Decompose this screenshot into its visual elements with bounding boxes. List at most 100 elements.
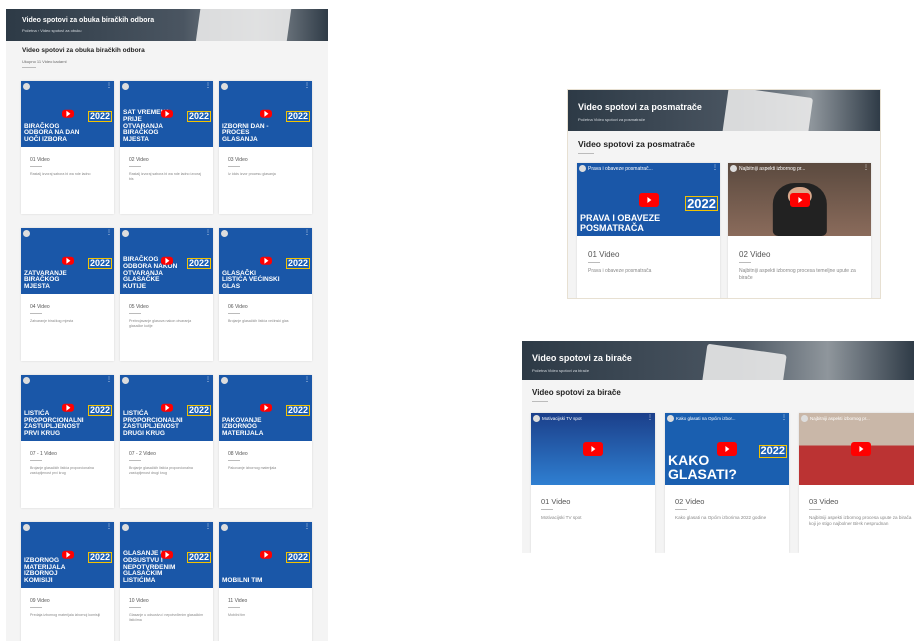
video-card[interactable]: Motivacijski TV spot ⋮ 01 Video Motivacijsk… bbox=[531, 413, 655, 553]
video-card[interactable]: ⋮ MOBILNI TIM 2022 11 Video Mobilni tim bbox=[219, 522, 312, 641]
channel-avatar-icon bbox=[579, 165, 586, 172]
play-button-icon[interactable] bbox=[61, 550, 74, 560]
banner-paper-image bbox=[701, 343, 787, 380]
play-button-icon[interactable] bbox=[160, 256, 173, 266]
channel-title: Motivacijski TV spot bbox=[533, 415, 582, 422]
more-options-icon[interactable]: ⋮ bbox=[205, 376, 211, 383]
video-card[interactable]: ⋮ ZATVARANJE BIRAČKOG MJESTA 2022 04 Video Z… bbox=[21, 228, 114, 361]
video-thumbnail[interactable]: ⋮ IZBORNI DAN - PROCES GLASANJA 2022 bbox=[219, 81, 312, 147]
video-description: Najbitniji aspekti izbornog procesa teme… bbox=[739, 268, 856, 281]
more-options-icon[interactable]: ⋮ bbox=[781, 414, 787, 421]
play-button-icon[interactable] bbox=[259, 256, 272, 266]
play-button-icon[interactable] bbox=[160, 109, 173, 119]
play-button-icon[interactable] bbox=[160, 403, 173, 413]
thumbnail-text: GLASAČKI LISTIĆA VEĆINSKI GLAS bbox=[222, 269, 280, 291]
channel-avatar-icon bbox=[801, 415, 808, 422]
more-options-icon[interactable]: ⋮ bbox=[712, 164, 718, 171]
more-options-icon[interactable]: ⋮ bbox=[304, 376, 310, 383]
video-thumbnail[interactable]: ⋮ LISTIĆA PROPORCIONALNI ZASTUPLJENOST DR… bbox=[120, 375, 213, 441]
thumbnail-text: IZBORNI DAN - PROCES GLASANJA bbox=[222, 122, 269, 144]
video-card[interactable]: ⋮ GLASANJE U ODSUSTVU I NEPOTVRĐENIM GLAS… bbox=[120, 522, 213, 641]
video-thumbnail[interactable]: Kako glasati na Općim izbor... ⋮ KAKO GLAS… bbox=[665, 413, 789, 485]
video-number: 02 Video bbox=[675, 497, 705, 506]
more-options-icon[interactable]: ⋮ bbox=[205, 229, 211, 236]
more-options-icon[interactable]: ⋮ bbox=[106, 229, 112, 236]
video-number-divider bbox=[675, 508, 687, 510]
more-options-icon[interactable]: ⋮ bbox=[647, 414, 653, 421]
video-thumbnail[interactable]: Najbitniji aspekti izbornog pr...⋮ bbox=[728, 163, 871, 236]
video-card[interactable]: ⋮ PAKOVANJE IZBORNOG MATERIJALA 2022 08 Vid… bbox=[219, 375, 312, 508]
play-button-icon[interactable] bbox=[259, 109, 272, 119]
video-card[interactable]: Najbitniji aspekti izbornog pr...⋮ 03 Vid… bbox=[799, 413, 914, 553]
channel-title: Najbitniji aspekti izbornog pr... bbox=[801, 415, 870, 422]
more-options-icon[interactable]: ⋮ bbox=[304, 229, 310, 236]
play-button-icon[interactable] bbox=[61, 109, 74, 119]
video-description: Iz idcis izvor procesu glasanja bbox=[228, 172, 276, 176]
channel-avatar-icon bbox=[23, 377, 30, 384]
play-button-icon[interactable] bbox=[789, 192, 810, 207]
play-button-icon[interactable] bbox=[160, 550, 173, 560]
video-card[interactable]: Kako glasati na Općim izbor... ⋮ KAKO GLAS… bbox=[665, 413, 789, 553]
video-thumbnail[interactable]: ⋮ GLASANJE U ODSUSTVU I NEPOTVRĐENIM GLAS… bbox=[120, 522, 213, 588]
video-card[interactable]: Prava i obaveze posmatrač... ⋮ PRAVA I OBA… bbox=[577, 163, 720, 298]
video-card[interactable]: ⋮ LISTIĆA PROPORCIONALNI ZASTUPLJENOST DR… bbox=[120, 375, 213, 508]
video-number-divider bbox=[30, 166, 42, 167]
play-button-icon[interactable] bbox=[583, 442, 603, 456]
breadcrumb[interactable]: Početna › Video spotovi za obuku bbox=[22, 28, 82, 33]
video-thumbnail[interactable]: ⋮ IZBORNOG MATERIJALA IZBORNOJ KOMISIJI 20… bbox=[21, 522, 114, 588]
play-button-icon[interactable] bbox=[61, 256, 74, 266]
video-thumbnail[interactable]: Motivacijski TV spot ⋮ bbox=[531, 413, 655, 485]
more-options-icon[interactable]: ⋮ bbox=[106, 82, 112, 89]
video-card[interactable]: ⋮ BIRAČKOG ODBORA NA DAN UOČI IZBORA 2022 0… bbox=[21, 81, 114, 214]
more-options-icon[interactable]: ⋮ bbox=[205, 82, 211, 89]
video-number-divider bbox=[129, 166, 141, 167]
play-button-icon[interactable] bbox=[259, 403, 272, 413]
video-card[interactable]: ⋮ IZBORNI DAN - PROCES GLASANJA 2022 03 Vid… bbox=[219, 81, 312, 214]
video-card[interactable]: ⋮ GLASAČKI LISTIĆA VEĆINSKI GLAS 2022 06 Vi… bbox=[219, 228, 312, 361]
banner-title: Video spotovi za posmatrače bbox=[578, 102, 702, 112]
thumbnail-text: PAKOVANJE IZBORNOG MATERIJALA bbox=[222, 416, 264, 438]
video-thumbnail[interactable]: Prava i obaveze posmatrač... ⋮ PRAVA I OBA… bbox=[577, 163, 720, 236]
breadcrumb[interactable]: Početna Video spotovi za birače bbox=[532, 368, 589, 373]
video-card[interactable]: Najbitniji aspekti izbornog pr... ⋮ 02 Vid… bbox=[728, 163, 871, 298]
video-number: 03 Video bbox=[228, 157, 248, 163]
more-options-icon[interactable]: ⋮ bbox=[205, 523, 211, 530]
video-thumbnail[interactable]: ⋮ SAT VREMENA PRIJE OTVARANJA BIRAČKOG MJ… bbox=[120, 81, 213, 147]
video-thumbnail[interactable]: ⋮ PAKOVANJE IZBORNOG MATERIJALA 2022 bbox=[219, 375, 312, 441]
channel-avatar-icon bbox=[122, 230, 129, 237]
play-button-icon[interactable] bbox=[259, 550, 272, 560]
more-options-icon[interactable]: ⋮ bbox=[304, 82, 310, 89]
play-button-icon[interactable] bbox=[638, 192, 659, 207]
video-thumbnail[interactable]: ⋮ GLASAČKI LISTIĆA VEĆINSKI GLAS 2022 bbox=[219, 228, 312, 294]
more-options-icon[interactable]: ⋮ bbox=[863, 164, 869, 171]
video-description: Predaja izbornog materijala izbornoj kom… bbox=[30, 613, 101, 617]
video-card[interactable]: ⋮ IZBORNOG MATERIJALA IZBORNOJ KOMISIJI 20… bbox=[21, 522, 114, 641]
banner-title: Video spotovi za obuka biračkih odbora bbox=[22, 17, 155, 24]
play-button-icon[interactable] bbox=[61, 403, 74, 413]
play-button-icon[interactable] bbox=[851, 442, 871, 456]
video-thumbnail[interactable]: ⋮ BIRAČKOG ODBORA NA DAN UOČI IZBORA 2022 bbox=[21, 81, 114, 147]
video-number-divider bbox=[228, 607, 240, 608]
channel-avatar-icon bbox=[221, 230, 228, 237]
more-options-icon[interactable]: ⋮ bbox=[106, 376, 112, 383]
video-thumbnail[interactable]: ⋮ BIRAČKOG ODBORA NAKON OTVARANJA GLASAČK… bbox=[120, 228, 213, 294]
video-number: 07 - 1 Video bbox=[30, 451, 57, 457]
video-card[interactable]: ⋮ SAT VREMENA PRIJE OTVARANJA BIRAČKOG MJ… bbox=[120, 81, 213, 214]
video-thumbnail[interactable]: Najbitniji aspekti izbornog pr...⋮ bbox=[799, 413, 914, 485]
breadcrumb[interactable]: Početna Video spotovi za posmatrače bbox=[578, 117, 645, 122]
channel-avatar-icon bbox=[23, 83, 30, 90]
video-number: 11 Video bbox=[228, 598, 248, 604]
video-thumbnail[interactable]: ⋮ LISTIĆA PROPORCIONALNI ZASTUPLJENOST PR… bbox=[21, 375, 114, 441]
play-button-icon[interactable] bbox=[717, 442, 737, 456]
year-badge: 2022 bbox=[758, 445, 787, 459]
more-options-icon[interactable]: ⋮ bbox=[106, 523, 112, 530]
channel-title-text: Najbitniji aspekti izbornog pr... bbox=[810, 416, 870, 421]
more-options-icon[interactable]: ⋮ bbox=[304, 523, 310, 530]
speaker-image bbox=[772, 183, 827, 236]
video-card[interactable]: ⋮ BIRAČKOG ODBORA NAKON OTVARANJA GLASAČK… bbox=[120, 228, 213, 361]
thumbnail-text: PRAVA I OBAVEZE POSMATRAČA bbox=[580, 213, 661, 233]
video-thumbnail[interactable]: ⋮ MOBILNI TIM 2022 bbox=[219, 522, 312, 588]
video-card[interactable]: ⋮ LISTIĆA PROPORCIONALNI ZASTUPLJENOST PR… bbox=[21, 375, 114, 508]
video-thumbnail[interactable]: ⋮ ZATVARANJE BIRAČKOG MJESTA 2022 bbox=[21, 228, 114, 294]
panel-posmatraci: Video spotovi za posmatrače Početna Vide… bbox=[567, 89, 881, 299]
